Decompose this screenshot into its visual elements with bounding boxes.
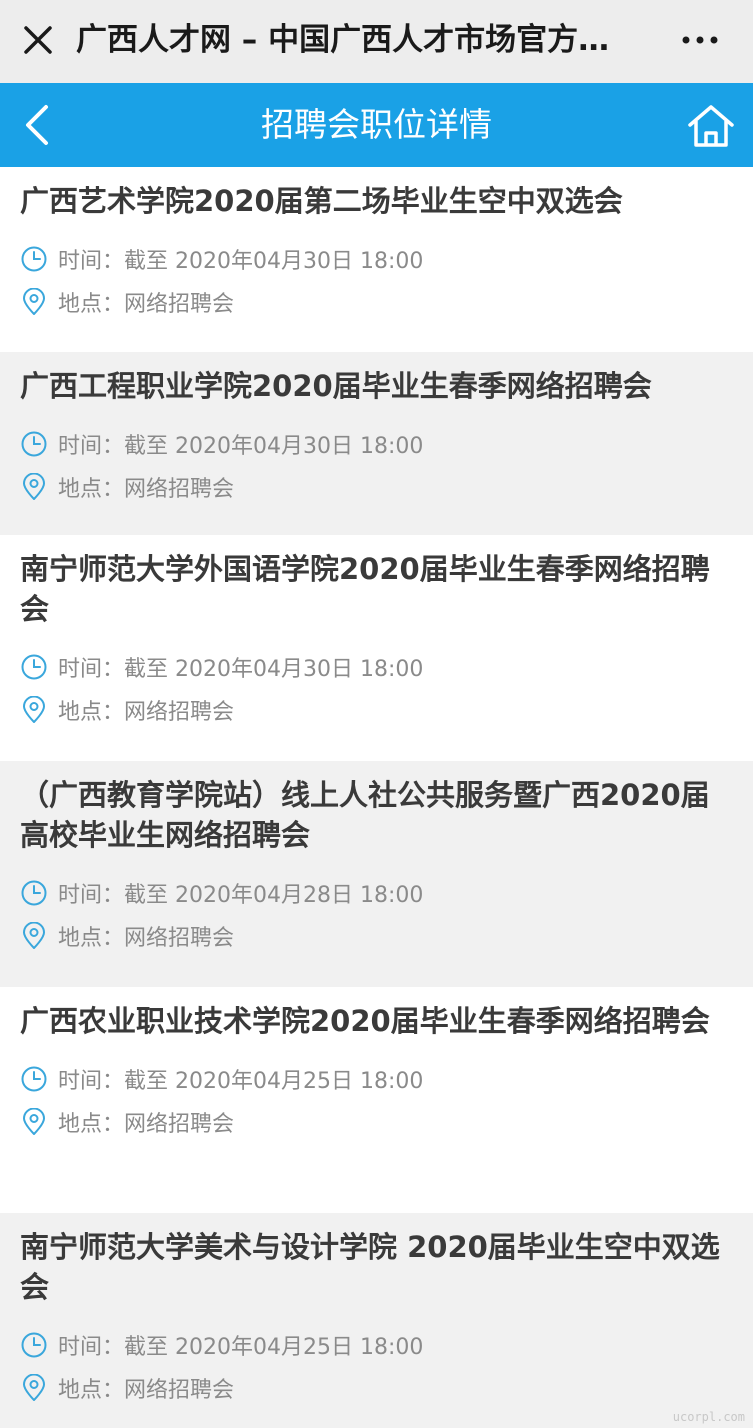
job-fair-item[interactable]: 广西艺术学院2020届第二场毕业生空中双选会 时间： 截至 2020年04月30… bbox=[0, 167, 753, 352]
time-value: 截至 2020年04月30日 18:00 bbox=[124, 248, 424, 274]
wechat-title-bar: 广西人才网 – 中国广西人才市场官方… bbox=[0, 0, 753, 83]
place-label: 地点： bbox=[58, 476, 125, 502]
location-pin-icon bbox=[23, 695, 45, 723]
clock-icon bbox=[21, 880, 47, 905]
job-fair-title: 广西艺术学院2020届第二场毕业生空中双选会 bbox=[20, 184, 623, 218]
time-label: 时间： bbox=[58, 433, 125, 459]
location-pin-icon bbox=[23, 472, 45, 500]
job-fair-item[interactable]: （广西教育学院站）线上人社公共服务暨广西2020届高校毕业生网络招聘会 时间： … bbox=[0, 761, 753, 987]
place-row: 地点： 网络招聘会 bbox=[20, 280, 733, 323]
job-fair-title: 南宁师范大学外国语学院2020届毕业生春季网络招聘会 bbox=[20, 552, 710, 626]
close-icon[interactable] bbox=[20, 22, 56, 58]
time-value: 截至 2020年04月28日 18:00 bbox=[124, 882, 424, 908]
place-label: 地点： bbox=[58, 1377, 125, 1403]
time-row: 时间： 截至 2020年04月30日 18:00 bbox=[20, 237, 733, 280]
app-header: 招聘会职位详情 bbox=[0, 83, 753, 167]
place-row: 地点： 网络招聘会 bbox=[20, 1100, 733, 1143]
clock-icon bbox=[21, 1332, 47, 1357]
time-label: 时间： bbox=[58, 248, 125, 274]
job-fair-title: 广西工程职业学院2020届毕业生春季网络招聘会 bbox=[20, 369, 652, 403]
time-label: 时间： bbox=[58, 656, 125, 682]
place-label: 地点： bbox=[58, 925, 125, 951]
time-row: 时间： 截至 2020年04月25日 18:00 bbox=[20, 1057, 733, 1100]
time-row: 时间： 截至 2020年04月30日 18:00 bbox=[20, 645, 733, 688]
watermark: ucorpl.com bbox=[672, 1410, 745, 1424]
location-pin-icon bbox=[23, 1373, 45, 1401]
job-fair-title: （广西教育学院站）线上人社公共服务暨广西2020届高校毕业生网络招聘会 bbox=[20, 778, 710, 852]
place-label: 地点： bbox=[58, 699, 125, 725]
job-fair-item[interactable]: 广西农业职业技术学院2020届毕业生春季网络招聘会 时间： 截至 2020年04… bbox=[0, 987, 753, 1213]
job-fair-list: 广西艺术学院2020届第二场毕业生空中双选会 时间： 截至 2020年04月30… bbox=[0, 167, 753, 1428]
job-fair-item[interactable]: 广西工程职业学院2020届毕业生春季网络招聘会 时间： 截至 2020年04月3… bbox=[0, 352, 753, 535]
place-row: 地点： 网络招聘会 bbox=[20, 914, 733, 957]
location-pin-icon bbox=[23, 921, 45, 949]
place-label: 地点： bbox=[58, 1111, 125, 1137]
wechat-page-title: 广西人才网 – 中国广西人才市场官方… bbox=[76, 22, 610, 58]
place-label: 地点： bbox=[58, 291, 125, 317]
place-value: 网络招聘会 bbox=[124, 476, 235, 502]
clock-icon bbox=[21, 654, 47, 679]
job-fair-title: 广西农业职业技术学院2020届毕业生春季网络招聘会 bbox=[20, 1004, 710, 1038]
time-row: 时间： 截至 2020年04月28日 18:00 bbox=[20, 871, 733, 914]
clock-icon bbox=[21, 246, 47, 271]
time-value: 截至 2020年04月30日 18:00 bbox=[124, 656, 424, 682]
place-value: 网络招聘会 bbox=[124, 925, 235, 951]
time-label: 时间： bbox=[58, 1334, 125, 1360]
place-row: 地点： 网络招聘会 bbox=[20, 688, 733, 731]
location-pin-icon bbox=[23, 287, 45, 315]
time-value: 截至 2020年04月25日 18:00 bbox=[124, 1334, 424, 1360]
time-label: 时间： bbox=[58, 882, 125, 908]
home-icon[interactable] bbox=[686, 103, 736, 149]
time-value: 截至 2020年04月30日 18:00 bbox=[124, 433, 424, 459]
place-value: 网络招聘会 bbox=[124, 699, 235, 725]
place-value: 网络招聘会 bbox=[124, 291, 235, 317]
time-row: 时间： 截至 2020年04月25日 18:00 bbox=[20, 1323, 733, 1366]
more-dots-icon[interactable] bbox=[680, 28, 720, 52]
place-row: 地点： 网络招聘会 bbox=[20, 1366, 733, 1409]
job-fair-item[interactable]: 南宁师范大学外国语学院2020届毕业生春季网络招聘会 时间： 截至 2020年0… bbox=[0, 535, 753, 761]
job-fair-title: 南宁师范大学美术与设计学院 2020届毕业生空中双选会 bbox=[20, 1230, 720, 1304]
back-chevron-icon[interactable] bbox=[18, 103, 58, 147]
job-fair-item[interactable]: 南宁师范大学美术与设计学院 2020届毕业生空中双选会 时间： 截至 2020年… bbox=[0, 1213, 753, 1428]
time-label: 时间： bbox=[58, 1068, 125, 1094]
clock-icon bbox=[21, 1066, 47, 1091]
place-value: 网络招聘会 bbox=[124, 1111, 235, 1137]
place-row: 地点： 网络招聘会 bbox=[20, 465, 733, 508]
time-row: 时间： 截至 2020年04月30日 18:00 bbox=[20, 422, 733, 465]
clock-icon bbox=[21, 431, 47, 456]
location-pin-icon bbox=[23, 1107, 45, 1135]
place-value: 网络招聘会 bbox=[124, 1377, 235, 1403]
page-title: 招聘会职位详情 bbox=[261, 105, 492, 144]
time-value: 截至 2020年04月25日 18:00 bbox=[124, 1068, 424, 1094]
